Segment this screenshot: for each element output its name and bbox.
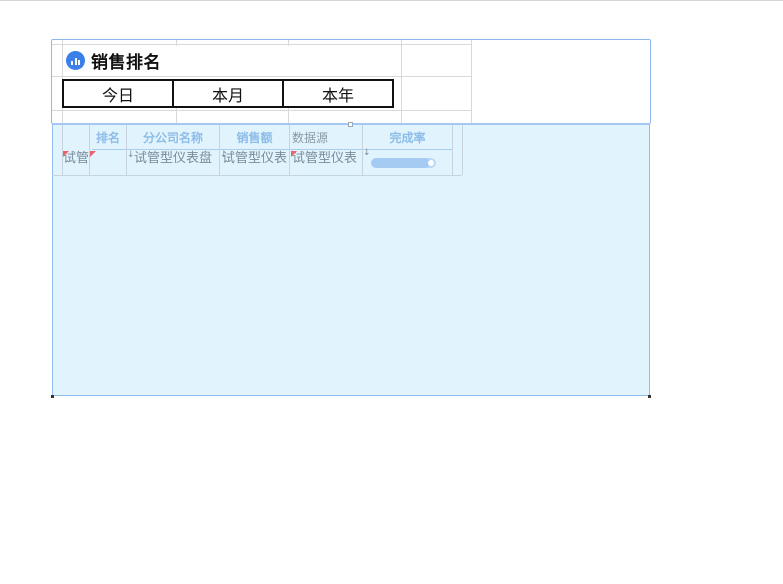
table-cell-4[interactable]: 试管型仪表 [222,150,289,175]
table-cell-3[interactable]: 试管型仪表盘 [134,150,219,175]
tab-this-year[interactable]: 本年 [282,79,394,108]
completion-progress-bar [371,158,436,168]
comment-flag-icon [63,151,69,157]
table-cell-5[interactable]: 试管型仪表 [292,150,362,175]
resize-handle-top[interactable] [348,122,353,127]
comment-flag-icon [291,151,297,157]
comment-flag-icon [90,151,96,157]
period-tabs: 今日 本月 本年 [62,79,394,108]
col-header-sales[interactable]: 销售额 [220,125,289,149]
tab-today[interactable]: 今日 [62,79,174,108]
col-header-rank[interactable]: 排名 [90,125,126,149]
col-header-data-source[interactable]: 数据源 [290,125,332,149]
bar-chart-icon [66,50,85,70]
col-header-completion-rate[interactable]: 完成率 [363,125,452,149]
tab-this-month[interactable]: 本月 [172,79,284,108]
col-header-branch-name[interactable]: 分公司名称 [127,125,219,149]
resize-corner-bottom-right[interactable] [648,395,651,398]
down-arrow-icon: ↓ [127,150,135,160]
down-arrow-icon: ↓ [220,150,228,160]
page-title: 销售排名 [91,52,161,73]
resize-corner-bottom-left[interactable] [51,395,54,398]
window-top-border [0,0,783,1]
title-row: 销售排名 [66,48,161,73]
down-arrow-icon: ↓ [363,148,371,158]
progress-knob [428,160,434,166]
progress-fill [371,158,430,168]
